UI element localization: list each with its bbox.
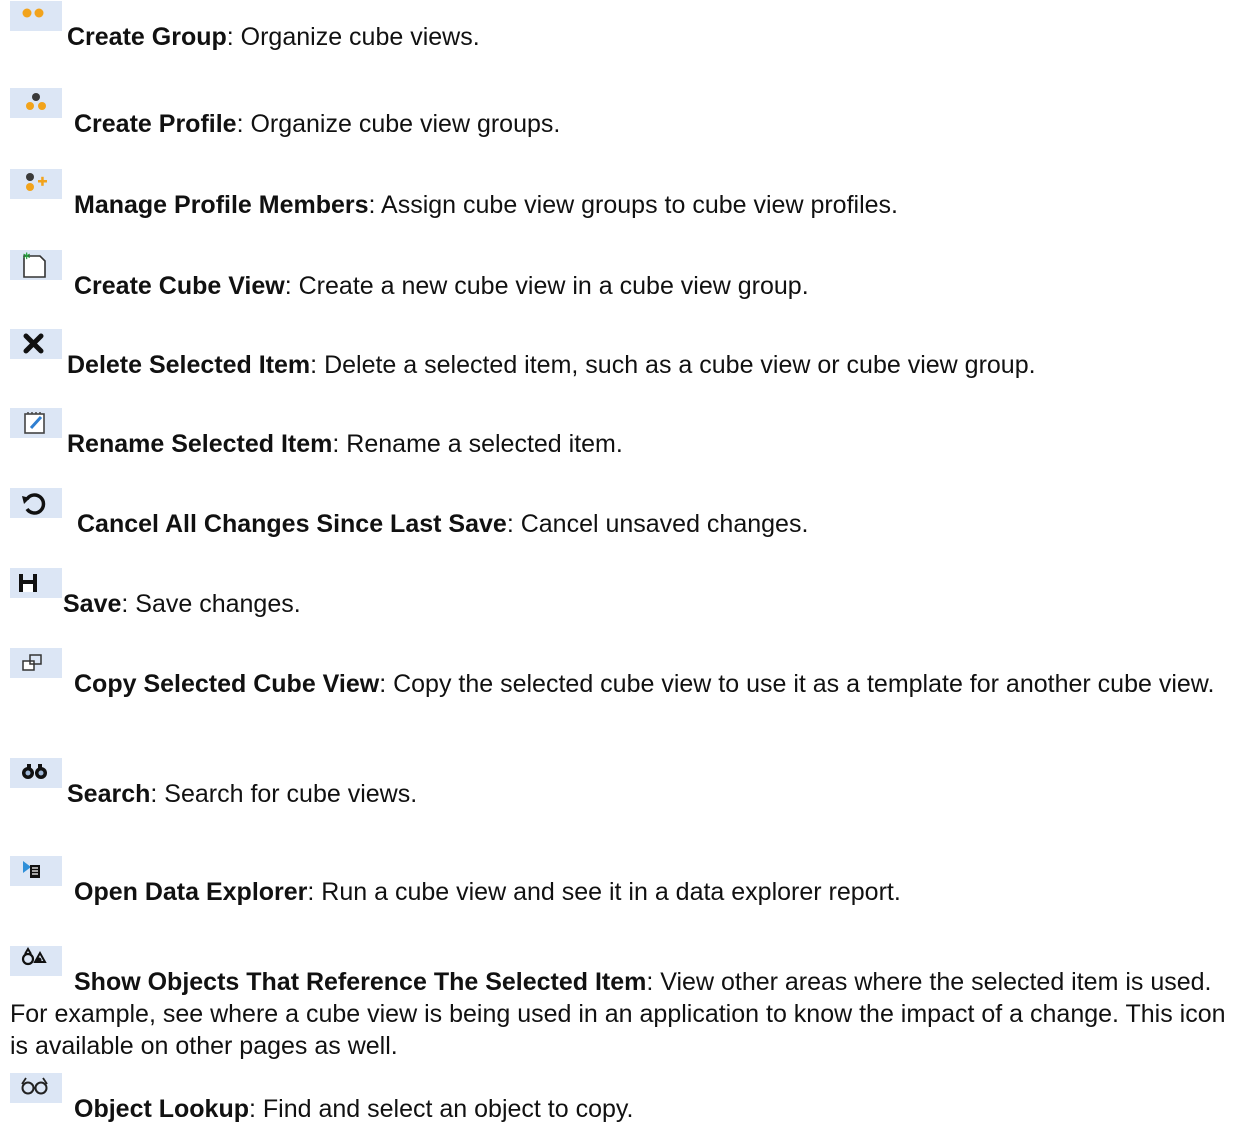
glasses-icon bbox=[10, 1073, 62, 1103]
manage-profile-members-icon bbox=[10, 169, 62, 199]
create-group-icon bbox=[10, 1, 62, 31]
item-title: Cancel All Changes Since Last Save bbox=[77, 510, 507, 538]
item-description: : Delete a selected item, such as a cube… bbox=[310, 351, 1036, 379]
binoculars-icon bbox=[10, 758, 62, 788]
list-item: * Create Cube View: Create a new cube vi… bbox=[10, 250, 1245, 302]
list-item: Rename Selected Item: Rename a selected … bbox=[10, 408, 1245, 460]
item-title: Object Lookup bbox=[74, 1095, 249, 1123]
list-item: Create Profile: Organize cube view group… bbox=[10, 88, 1245, 140]
item-title: Create Group bbox=[67, 23, 227, 51]
item-title: Save bbox=[63, 590, 122, 618]
item-description: : Copy the selected cube view to use it … bbox=[379, 670, 1215, 698]
list-item: Object Lookup: Find and select an object… bbox=[10, 1073, 1245, 1125]
item-title: Show Objects That Reference The Selected… bbox=[74, 968, 647, 996]
copy-icon bbox=[10, 648, 62, 678]
item-description: : Cancel unsaved changes. bbox=[506, 510, 809, 538]
item-title: Manage Profile Members bbox=[74, 191, 369, 219]
item-description: : Search for cube views. bbox=[150, 780, 418, 808]
references-icon bbox=[10, 946, 62, 976]
list-item: Open Data Explorer: Run a cube view and … bbox=[10, 856, 1245, 908]
item-description: : Create a new cube view in a cube view … bbox=[284, 272, 809, 300]
item-title: Search bbox=[67, 780, 151, 808]
list-item: Save: Save changes. bbox=[10, 568, 1245, 620]
delete-icon bbox=[10, 329, 62, 359]
item-description: : Find and select an object to copy. bbox=[249, 1095, 634, 1123]
item-title: Open Data Explorer bbox=[74, 878, 308, 906]
item-title: Delete Selected Item bbox=[67, 351, 311, 379]
item-description: : Save changes. bbox=[121, 590, 301, 618]
list-item: Show Objects That Reference The Selected… bbox=[10, 946, 1245, 1062]
item-description: : Organize cube view groups. bbox=[236, 110, 561, 138]
item-description: : Rename a selected item. bbox=[332, 430, 623, 458]
data-explorer-icon bbox=[10, 856, 62, 886]
item-title: Rename Selected Item bbox=[67, 430, 333, 458]
list-item: Copy Selected Cube View: Copy the select… bbox=[10, 648, 1245, 700]
item-title: Create Cube View bbox=[74, 272, 285, 300]
list-item: Manage Profile Members: Assign cube view… bbox=[10, 169, 1245, 221]
create-profile-icon bbox=[10, 88, 62, 118]
undo-icon bbox=[10, 488, 62, 518]
create-cube-view-icon: * bbox=[10, 250, 62, 280]
list-item: Create Group: Organize cube views. bbox=[10, 1, 1245, 53]
rename-icon bbox=[10, 408, 62, 438]
list-item: Cancel All Changes Since Last Save: Canc… bbox=[10, 488, 1245, 540]
item-title: Create Profile bbox=[74, 110, 237, 138]
svg-text:*: * bbox=[23, 251, 31, 267]
save-icon bbox=[10, 568, 62, 598]
item-title: Copy Selected Cube View bbox=[74, 670, 380, 698]
list-item: Search: Search for cube views. bbox=[10, 758, 1245, 810]
list-item: Delete Selected Item: Delete a selected … bbox=[10, 329, 1245, 381]
item-description: : Organize cube views. bbox=[226, 23, 480, 51]
item-description: : Assign cube view groups to cube view p… bbox=[368, 191, 898, 219]
item-description: : Run a cube view and see it in a data e… bbox=[307, 878, 901, 906]
